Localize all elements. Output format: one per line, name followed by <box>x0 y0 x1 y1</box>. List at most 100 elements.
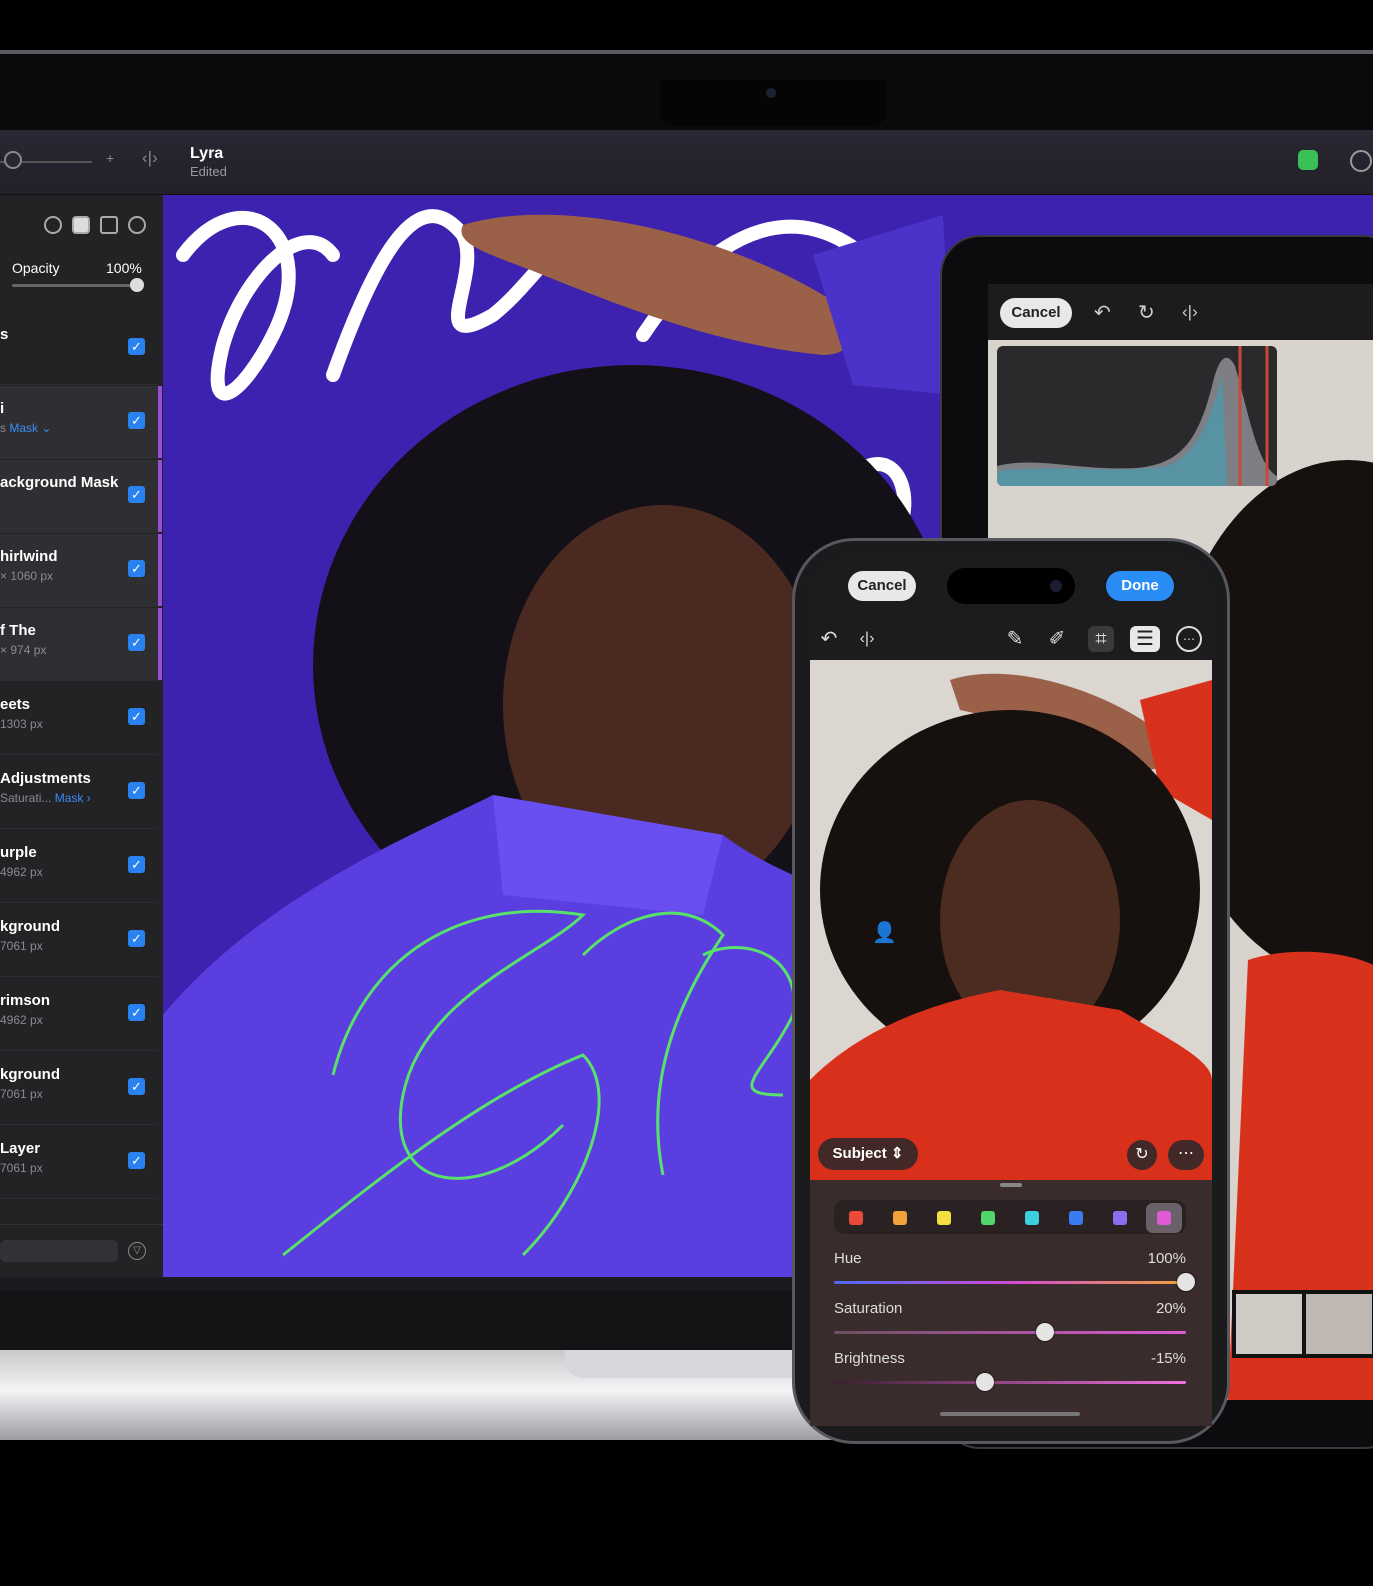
layer-visibility-checkbox[interactable]: ✓ <box>128 486 145 503</box>
layer-row[interactable]: kground 7061 px ✓ <box>0 904 158 977</box>
layer-search-input[interactable] <box>0 1240 118 1262</box>
filter-icon[interactable]: ▽ <box>128 1242 146 1260</box>
revert-icon[interactable]: ↻ <box>1138 300 1155 325</box>
histogram-graph <box>997 346 1277 486</box>
layer-name: Layer <box>0 1140 41 1157</box>
layer-size: 7061 px <box>0 1087 43 1101</box>
layer-name: hirlwind <box>0 548 58 565</box>
layer-visibility-checkbox[interactable]: ✓ <box>128 560 145 577</box>
layer-visibility-checkbox[interactable]: ✓ <box>128 856 145 873</box>
layer-details: s Mask ⌄ <box>0 421 51 435</box>
layer-name: eets <box>0 696 31 713</box>
color-swatch[interactable] <box>1069 1211 1083 1225</box>
color-swatch[interactable] <box>937 1211 951 1225</box>
add-layer-icon[interactable] <box>128 216 146 234</box>
layer-visibility-checkbox[interactable]: ✓ <box>128 1078 145 1095</box>
color-swatch[interactable] <box>1025 1211 1039 1225</box>
undo-icon[interactable]: ↶ <box>816 626 842 652</box>
layer-details: × 974 px <box>0 643 46 657</box>
layer-details: Saturati... Mask › <box>0 791 91 805</box>
share-icon[interactable] <box>1298 150 1318 170</box>
panel-grabber[interactable] <box>1000 1183 1022 1187</box>
color-swatch[interactable] <box>981 1211 995 1225</box>
zoom-plus-icon[interactable]: + <box>106 150 114 166</box>
hue-value: 100% <box>1147 1250 1186 1267</box>
opacity-slider-knob[interactable] <box>130 278 144 292</box>
camera-lens <box>766 88 776 98</box>
front-camera <box>1050 580 1062 592</box>
layer-visibility-checkbox[interactable]: ✓ <box>128 338 145 355</box>
brightness-slider[interactable] <box>834 1381 1186 1384</box>
layer-row[interactable]: Adjustments Saturati... Mask › ✓ <box>0 756 158 829</box>
retouch-icon[interactable]: ✐ <box>1044 626 1070 652</box>
layer-name: kground <box>0 1066 60 1083</box>
layer-visibility-checkbox[interactable]: ✓ <box>128 412 145 429</box>
opacity-slider[interactable] <box>12 284 142 287</box>
layer-size: 4962 px <box>0 1013 43 1027</box>
selection-bar <box>158 608 162 680</box>
layer-name: kground <box>0 918 60 935</box>
hue-label: Hue <box>834 1250 862 1267</box>
compare-icon[interactable]: ‹|› <box>854 626 880 652</box>
layer-name: urple <box>0 844 37 861</box>
layer-visibility-checkbox[interactable]: ✓ <box>128 708 145 725</box>
ipad-cancel-button[interactable]: Cancel <box>1000 298 1072 328</box>
layer-row[interactable]: ackground Mask ✓ <box>0 460 162 533</box>
layer-row[interactable]: f The × 974 px ✓ <box>0 608 162 681</box>
subject-person-icon[interactable]: 👤 <box>872 920 897 944</box>
brightness-value: -15% <box>1150 1350 1186 1367</box>
layer-row[interactable]: kground 7061 px ✓ <box>0 1052 158 1125</box>
opacity-value: 100% <box>106 260 142 276</box>
layer-visibility-checkbox[interactable]: ✓ <box>128 930 145 947</box>
undo-icon[interactable]: ↶ <box>1094 300 1111 325</box>
hue-slider[interactable] <box>834 1281 1186 1284</box>
filmstrip-thumbnail[interactable] <box>1236 1294 1302 1354</box>
more-icon[interactable]: ⋯ <box>1176 626 1202 652</box>
crop-icon[interactable]: ⌗ <box>1088 626 1114 652</box>
compare-icon[interactable]: ‹|› <box>1182 302 1198 322</box>
adjustments-icon[interactable]: ☰ <box>1130 626 1160 652</box>
layer-row[interactable]: rimson 4962 px ✓ <box>0 978 158 1051</box>
layer-row[interactable]: eets 1303 px ✓ <box>0 682 158 755</box>
ellipsis-icon[interactable]: ⋯ <box>1168 1140 1204 1170</box>
color-swatch-row <box>834 1200 1186 1234</box>
layer-name: Adjustments <box>0 770 91 787</box>
layer-name: s <box>0 326 9 343</box>
saturation-slider[interactable] <box>834 1331 1186 1334</box>
layer-visibility-checkbox[interactable]: ✓ <box>128 634 145 651</box>
layer-row[interactable]: s ✓ <box>0 312 158 385</box>
color-swatch[interactable] <box>1157 1211 1171 1225</box>
reset-icon[interactable]: ↻ <box>1127 1140 1157 1170</box>
layer-minus-icon[interactable] <box>44 216 62 234</box>
layer-details: 4962 px <box>0 865 43 879</box>
iphone-photo[interactable] <box>810 660 1212 1180</box>
iphone-cancel-button[interactable]: Cancel <box>848 571 916 601</box>
layer-name: f The <box>0 622 36 639</box>
color-swatch[interactable] <box>893 1211 907 1225</box>
layer-row[interactable]: hirlwind × 1060 px ✓ <box>0 534 162 607</box>
layer-row[interactable]: urple 4962 px ✓ <box>0 830 158 903</box>
layer-visibility-checkbox[interactable]: ✓ <box>128 1152 145 1169</box>
layer-visibility-checkbox[interactable]: ✓ <box>128 1004 145 1021</box>
iphone-done-button[interactable]: Done <box>1106 571 1174 601</box>
info-icon[interactable] <box>1350 150 1372 172</box>
color-swatch[interactable] <box>1113 1211 1127 1225</box>
layer-details: 1303 px <box>0 717 43 731</box>
layer-details: 7061 px <box>0 1161 43 1175</box>
layers-stack-icon[interactable] <box>100 216 118 234</box>
subject-selector[interactable]: Subject ⇕ <box>818 1138 918 1170</box>
compare-icon[interactable]: ‹|› <box>142 148 158 168</box>
magic-wand-icon[interactable]: ✎ <box>1002 626 1028 652</box>
layer-row[interactable]: i s Mask ⌄ ✓ <box>0 386 162 459</box>
zoom-slider-knob[interactable] <box>4 151 22 169</box>
ipad-filmstrip[interactable] <box>1232 1290 1373 1358</box>
layer-visibility-checkbox[interactable]: ✓ <box>128 782 145 799</box>
layer-row[interactable]: Layer 7061 px ✓ <box>0 1126 158 1199</box>
layer-details: 7061 px <box>0 1087 43 1101</box>
hue-slider-knob[interactable] <box>1177 1273 1195 1291</box>
mask-icon[interactable] <box>72 216 90 234</box>
color-swatch[interactable] <box>849 1211 863 1225</box>
filmstrip-thumbnail[interactable] <box>1306 1294 1372 1354</box>
layer-mask-link[interactable]: Mask › <box>51 791 91 805</box>
layer-mask-link[interactable]: Mask ⌄ <box>6 421 51 435</box>
